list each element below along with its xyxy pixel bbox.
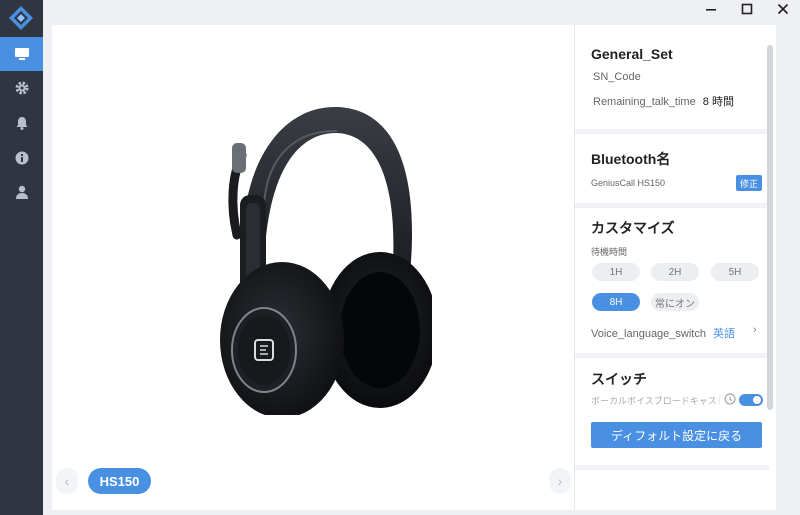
chevron-right-icon: › — [753, 324, 757, 336]
talk-time-label: Remaining_talk_time — [593, 96, 696, 108]
settings-panel: General_Set SN_Code Remaining_talk_time … — [574, 25, 776, 510]
next-model-button[interactable]: › — [549, 468, 571, 494]
vocal-broadcast-label: ボーカルボイスブロードキャスト — [591, 396, 720, 406]
help-icon[interactable] — [724, 393, 736, 405]
standby-option-5h[interactable]: 5H — [711, 263, 759, 281]
maximize-icon — [741, 3, 753, 15]
app-logo — [8, 5, 34, 31]
divider — [575, 129, 769, 134]
talk-time-value: 8 時間 — [702, 96, 734, 108]
bluetooth-section: Bluetooth名 — [575, 149, 769, 169]
chevron-right-icon: › — [557, 473, 563, 489]
standby-row: 待機時間 — [575, 245, 769, 258]
switch-section: スイッチ — [575, 369, 769, 389]
divider — [575, 465, 769, 470]
monitor-icon — [14, 48, 29, 60]
vocal-broadcast-row: ボーカルボイスブロードキャスト — [575, 394, 720, 407]
restore-default-button[interactable]: ディフォルト設定に戻る — [591, 422, 762, 448]
sidebar-item-device[interactable] — [0, 37, 43, 71]
minimize-icon — [706, 9, 716, 11]
user-icon — [15, 185, 28, 199]
edit-bluetooth-name-button[interactable]: 修正 — [736, 175, 762, 191]
info-icon — [15, 151, 28, 165]
divider — [575, 203, 769, 208]
standby-option-always-on[interactable]: 常にオン — [651, 293, 699, 311]
voice-language-value: 英語 — [713, 328, 736, 340]
close-icon — [777, 3, 789, 15]
product-view: ‹ › HS150 — [52, 25, 574, 510]
sidebar-item-notifications[interactable] — [0, 106, 43, 140]
vocal-broadcast-toggle[interactable] — [739, 394, 763, 406]
switch-title: スイッチ — [591, 371, 647, 387]
customize-section: カスタマイズ — [575, 218, 769, 238]
panel-scrollbar[interactable] — [767, 45, 773, 410]
standby-label: 待機時間 — [591, 247, 628, 257]
customize-title: カスタマイズ — [591, 220, 675, 236]
close-button[interactable] — [765, 0, 800, 18]
previous-model-button[interactable]: ‹ — [56, 468, 78, 494]
headphone-image — [220, 106, 432, 415]
divider — [575, 353, 769, 358]
talk-time-row: Remaining_talk_time 8 時間 — [577, 93, 771, 109]
bluetooth-title: Bluetooth名 — [591, 151, 671, 167]
gear-icon — [15, 81, 28, 95]
sn-row: SN_Code — [577, 71, 771, 83]
minimize-button[interactable] — [693, 0, 729, 18]
standby-option-8h[interactable]: 8H — [592, 293, 640, 311]
chevron-left-icon: ‹ — [64, 473, 70, 489]
sidebar-item-about[interactable] — [0, 141, 43, 175]
voice-language-label: Voice_language_switch — [591, 328, 706, 340]
sidebar-item-settings[interactable] — [0, 71, 43, 105]
sidebar-item-account[interactable] — [0, 175, 43, 209]
standby-option-1h[interactable]: 1H — [592, 263, 640, 281]
bell-icon — [16, 117, 27, 130]
sidebar — [0, 0, 43, 515]
general-section: General_Set — [575, 46, 769, 62]
voice-language-row[interactable]: Voice_language_switch 英語 › — [575, 324, 769, 341]
maximize-button[interactable] — [729, 0, 765, 18]
bluetooth-name: GeniusCall HS150 — [591, 178, 666, 188]
sn-label: SN_Code — [593, 71, 641, 83]
general-title: General_Set — [591, 46, 673, 62]
standby-option-2h[interactable]: 2H — [651, 263, 699, 281]
model-badge[interactable]: HS150 — [88, 468, 151, 494]
